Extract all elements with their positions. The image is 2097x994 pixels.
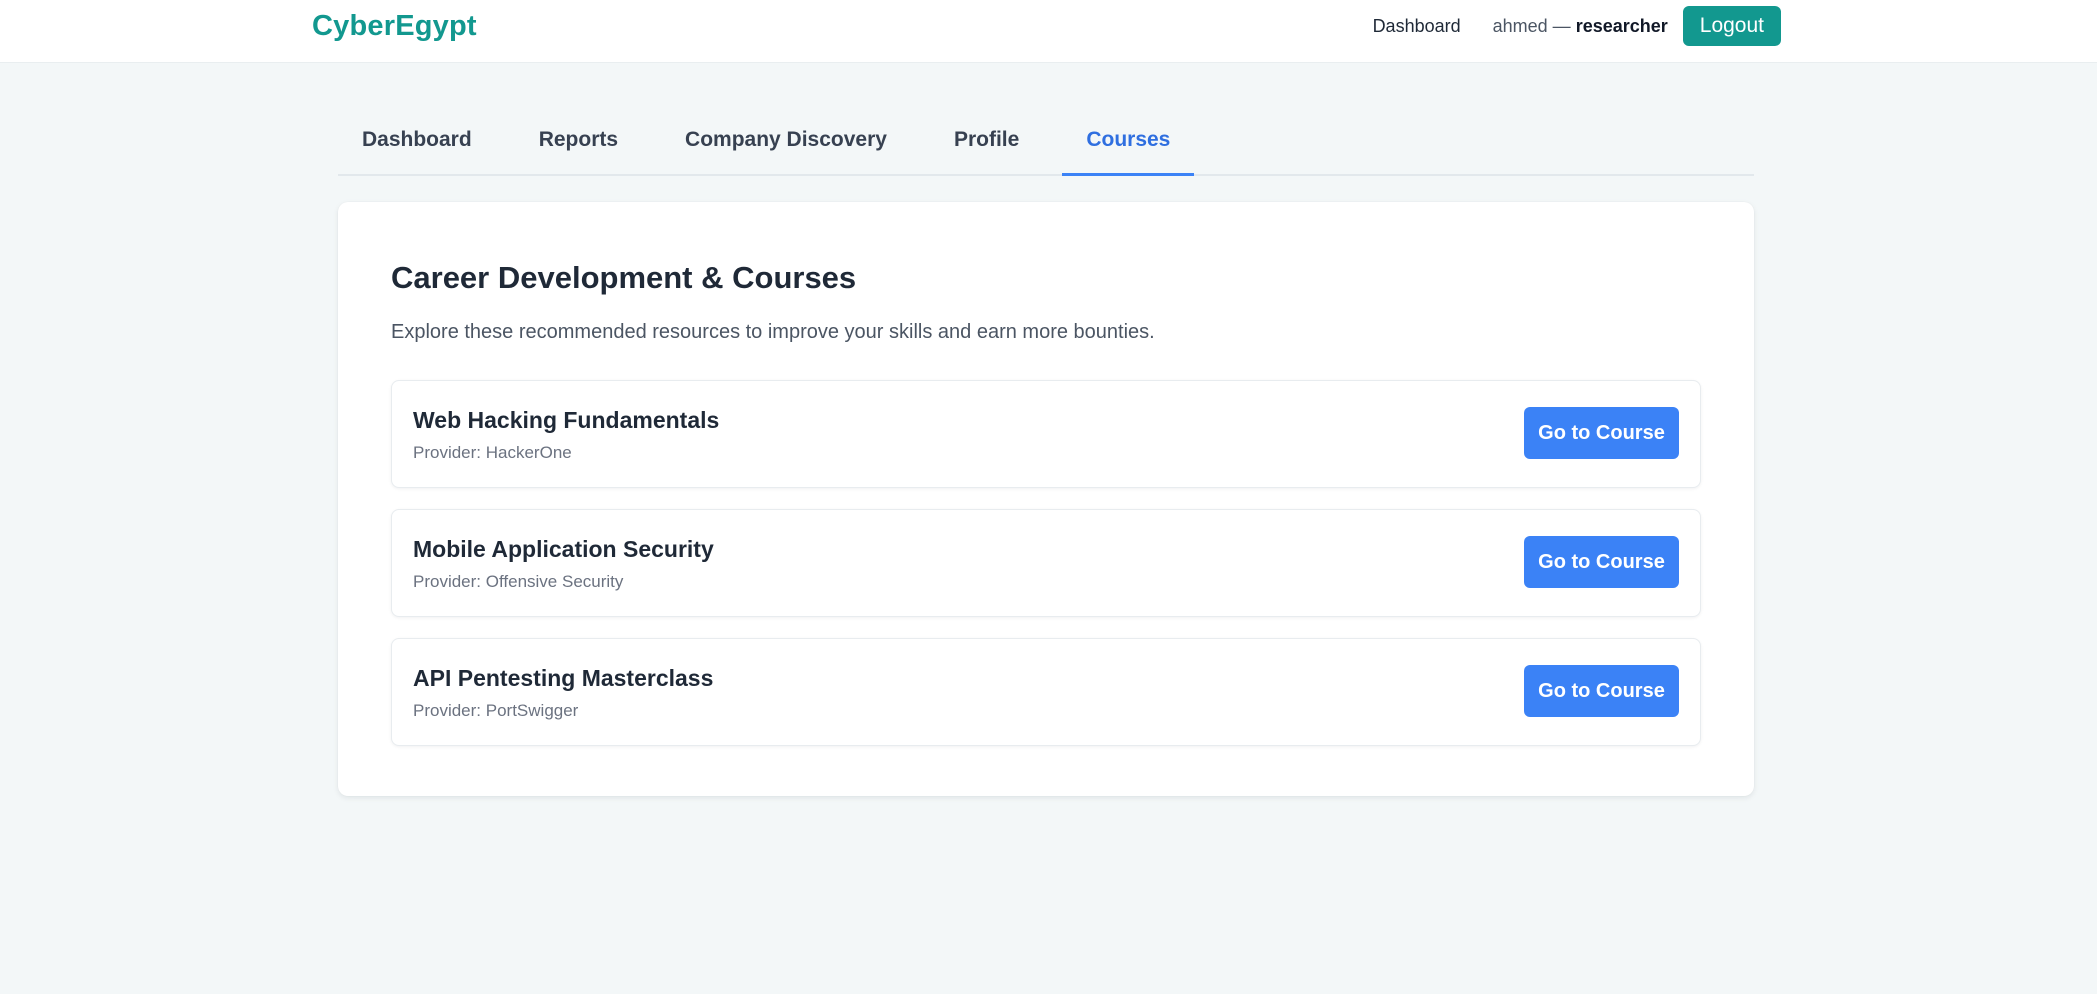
user-role: researcher xyxy=(1575,15,1668,36)
go-to-course-button[interactable]: Go to Course xyxy=(1524,665,1679,717)
page-title: Career Development & Courses xyxy=(391,260,857,295)
go-to-course-button[interactable]: Go to Course xyxy=(1524,536,1679,588)
username: ahmed xyxy=(1492,15,1548,36)
logout-button[interactable]: Logout xyxy=(1682,6,1781,46)
tab-bar: Dashboard Reports Company Discovery Prof… xyxy=(338,114,1754,176)
nav-dashboard-link[interactable]: Dashboard xyxy=(1373,16,1461,37)
tab-company-discovery[interactable]: Company Discovery xyxy=(661,114,911,174)
tab-courses[interactable]: Courses xyxy=(1062,114,1195,176)
tab-dashboard[interactable]: Dashboard xyxy=(338,114,496,174)
page-subtitle: Explore these recommended resources to i… xyxy=(391,321,1155,343)
course-name: Mobile Application Security xyxy=(413,536,714,562)
brand-logo[interactable]: CyberEgypt xyxy=(312,10,477,43)
go-to-course-button[interactable]: Go to Course xyxy=(1524,407,1679,459)
user-separator: — xyxy=(1547,15,1576,36)
course-name: Web Hacking Fundamentals xyxy=(413,407,720,433)
course-list: Web Hacking Fundamentals Provider: Hacke… xyxy=(391,380,1701,767)
course-name: API Pentesting Masterclass xyxy=(413,665,714,691)
tab-reports[interactable]: Reports xyxy=(515,114,642,174)
user-info: ahmed — researcher xyxy=(1493,16,1668,37)
course-provider: Provider: HackerOne xyxy=(413,443,572,462)
navbar-right: Dashboard ahmed — researcher Logout xyxy=(1373,6,1781,46)
course-item-api-pentesting: API Pentesting Masterclass Provider: Por… xyxy=(391,638,1701,746)
course-provider: Provider: PortSwigger xyxy=(413,701,579,720)
tab-profile[interactable]: Profile xyxy=(930,114,1043,174)
course-item-web-hacking: Web Hacking Fundamentals Provider: Hacke… xyxy=(391,380,1701,488)
courses-card: Career Development & Courses Explore the… xyxy=(338,202,1754,796)
course-item-mobile-security: Mobile Application Security Provider: Of… xyxy=(391,509,1701,617)
course-provider: Provider: Offensive Security xyxy=(413,572,624,591)
top-navbar: CyberEgypt Dashboard ahmed — researcher … xyxy=(0,0,2097,63)
